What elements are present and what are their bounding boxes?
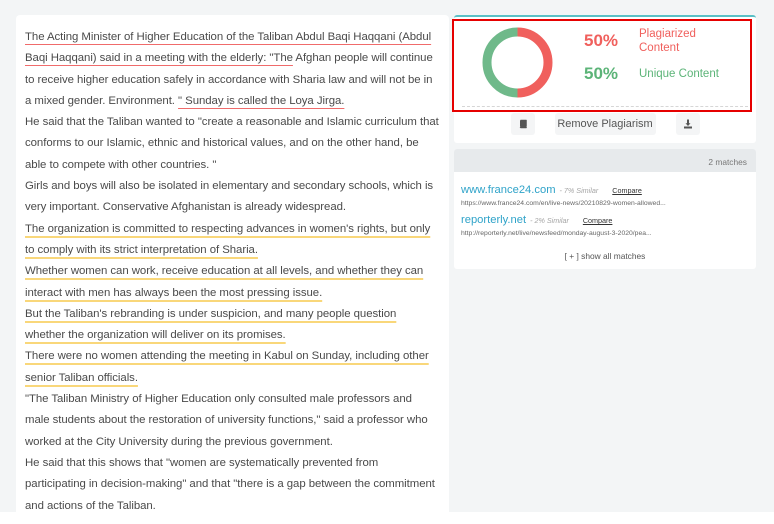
match-url: https://www.france24.com/en/live-news/20… xyxy=(461,200,666,207)
match-domain-link[interactable]: www.france24.com xyxy=(461,184,556,196)
match-url: http://reporterly.net/live/newsfeed/mond… xyxy=(461,230,652,237)
results-panel: 50% Plagiarized Content 50% Unique Conte… xyxy=(452,15,756,269)
text-segment: He said that the Taliban wanted to "crea… xyxy=(25,116,439,171)
plagiarized-text-segment[interactable]: " Sunday is called the Loya Jirga. xyxy=(178,95,344,107)
match-domain-link[interactable]: reporterly.net xyxy=(461,214,526,226)
plagiarized-stat: 50% Plagiarized Content xyxy=(584,27,719,55)
matches-card: 2 matches www.france24.com - 7% Similar … xyxy=(454,149,756,269)
text-segment: He said that this shows that "women are … xyxy=(25,456,435,512)
score-card: 50% Plagiarized Content 50% Unique Conte… xyxy=(452,15,756,143)
compare-link[interactable]: Compare xyxy=(583,216,613,225)
plagiarized-text-segment[interactable]: The organization is committed to respect… xyxy=(25,223,430,256)
plagiarized-text-segment[interactable]: Whether women can work, receive educatio… xyxy=(25,265,423,298)
match-similarity: - 7% Similar xyxy=(559,186,599,195)
download-icon xyxy=(683,119,693,129)
plagiarism-donut-chart xyxy=(482,27,553,98)
download-button[interactable] xyxy=(675,113,700,135)
divider xyxy=(462,106,748,107)
matches-count: 2 matches xyxy=(454,149,756,172)
match-item: reporterly.net - 2% Similar Compare http… xyxy=(454,214,756,237)
unique-label: Unique Content xyxy=(639,68,719,80)
match-similarity: - 2% Similar xyxy=(530,216,569,225)
plagiarized-percent: 50% xyxy=(584,31,619,50)
unique-stat: 50% Unique Content xyxy=(584,64,719,84)
unique-percent: 50% xyxy=(584,64,619,83)
plagiarized-label: Plagiarized Content xyxy=(639,28,696,54)
text-segment: Girls and boys will also be isolated in … xyxy=(25,180,434,214)
match-item: www.france24.com - 7% Similar Compare ht… xyxy=(454,184,756,207)
plagiarized-text-segment[interactable]: There were no women attending the meetin… xyxy=(25,350,429,383)
donut-segment-unique xyxy=(482,27,518,98)
action-bar: Remove Plagiarism xyxy=(454,113,756,135)
book-icon xyxy=(518,119,528,129)
plagiarized-text-segment[interactable]: But the Taliban's rebranding is under su… xyxy=(25,308,396,341)
document-text: The Acting Minister of Higher Education … xyxy=(25,27,439,512)
donut-segment-plagiarized xyxy=(517,27,553,98)
compare-link[interactable]: Compare xyxy=(612,186,642,195)
remove-plagiarism-button[interactable]: Remove Plagiarism xyxy=(554,113,656,135)
show-all-matches-link[interactable]: [ + ] show all matches xyxy=(454,251,756,261)
book-button[interactable] xyxy=(510,113,535,135)
document-panel: The Acting Minister of Higher Education … xyxy=(16,15,449,512)
text-segment: "The Taliban Ministry of Higher Educatio… xyxy=(25,393,428,448)
